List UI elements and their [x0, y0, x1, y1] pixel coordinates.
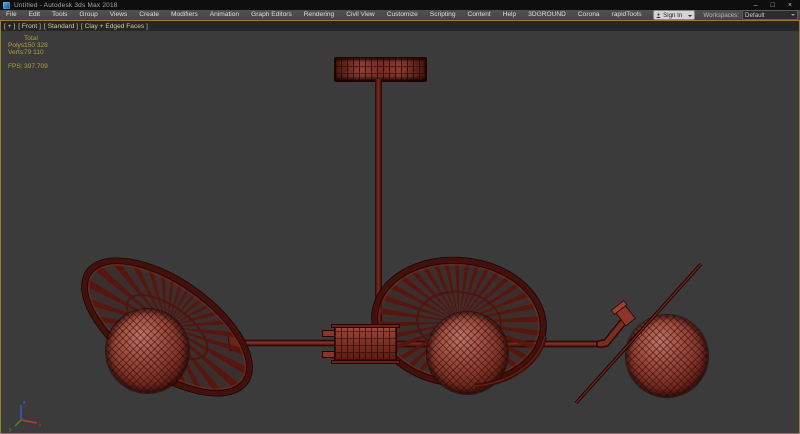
sign-in-label: Sign In	[663, 12, 682, 19]
axis-y-label: y	[9, 427, 12, 433]
menu-item-tools[interactable]: Tools	[46, 10, 73, 20]
center-disc-front-rim	[475, 337, 545, 386]
stats-polys-row: Polys: 150 328	[8, 42, 48, 49]
workspaces-dropdown[interactable]: Default	[742, 10, 798, 20]
minimize-button[interactable]: –	[754, 1, 758, 10]
menu-item-modifiers[interactable]: Modifiers	[165, 10, 204, 20]
menu-item-3dground[interactable]: 3DGROUND	[522, 10, 572, 20]
menu-item-help[interactable]: Help	[497, 10, 523, 20]
viewport-label-bar: [ + ] [ Front ] [ Standard ] [ Clay + Ed…	[1, 21, 799, 31]
viewport-view-menu[interactable]: [ Front ]	[18, 23, 41, 30]
menu-item-civil-view[interactable]: Civil View	[340, 10, 380, 20]
viewport-statistics: Total Polys: 150 328 Verts: 79 110 FPS: …	[8, 35, 48, 70]
3ds-max-window: { "window": { "title": "Untitled - Autod…	[0, 0, 800, 434]
stats-fps-label: FPS:	[8, 63, 24, 70]
right-edge-on-disc-rod	[576, 264, 701, 403]
menu-item-create[interactable]: Create	[133, 10, 165, 20]
stats-fps-value: 397.709	[24, 63, 48, 70]
menu-item-customize[interactable]: Customize	[381, 10, 424, 20]
3ds-max-app-icon	[3, 2, 10, 9]
stats-polys-value: 150 328	[24, 42, 48, 49]
axis-x-label: x	[39, 423, 42, 429]
menu-item-rapidtools[interactable]: rapidTools	[606, 10, 648, 20]
menu-item-content[interactable]: Content	[462, 10, 497, 20]
menu-bar: File Edit Tools Group Views Create Modif…	[0, 10, 800, 20]
menu-item-animation[interactable]: Animation	[204, 10, 245, 20]
stats-verts-row: Verts: 79 110	[8, 49, 48, 56]
stats-fps-row: FPS: 397.709	[8, 63, 48, 70]
stats-verts-label: Verts:	[8, 49, 24, 56]
menu-item-rendering[interactable]: Rendering	[298, 10, 340, 20]
window-title: Untitled - Autodesk 3ds Max 2018	[14, 2, 118, 9]
menu-item-corona[interactable]: Corona	[572, 10, 606, 20]
viewport-overflow-menu[interactable]: [ + ]	[4, 23, 15, 30]
right-elbow-arm	[600, 301, 637, 344]
workspaces-label: Workspaces:	[703, 12, 739, 19]
stats-header-row: Total	[8, 35, 48, 42]
viewport-shading-menu[interactable]: [ Clay + Edged Faces ]	[81, 23, 148, 30]
sign-in-button[interactable]: Sign In	[653, 10, 695, 20]
stats-verts-value: 79 110	[24, 49, 44, 56]
axis-z-label: z	[23, 400, 26, 406]
menu-item-graph-editors[interactable]: Graph Editors	[245, 10, 298, 20]
menu-item-views[interactable]: Views	[104, 10, 133, 20]
stats-total-header: Total	[24, 35, 38, 42]
chevron-down-icon	[791, 14, 795, 18]
viewport-renderer-menu[interactable]: [ Standard ]	[44, 23, 78, 30]
person-icon	[656, 13, 661, 18]
menu-item-group[interactable]: Group	[73, 10, 103, 20]
menu-item-scripting[interactable]: Scripting	[424, 10, 462, 20]
workspaces-value: Default	[745, 12, 765, 19]
window-controls: – □ ×	[754, 1, 800, 10]
axis-tripod-gizmo: z x y	[9, 400, 42, 433]
chevron-down-icon[interactable]	[688, 15, 692, 19]
menu-item-file[interactable]: File	[0, 10, 23, 20]
lamp-model-front-layer: z x y	[1, 21, 799, 433]
maximize-button[interactable]: □	[771, 1, 775, 10]
stats-polys-label: Polys:	[8, 42, 24, 49]
front-viewport[interactable]: z x y [ + ] [ Front ] [ Standard ] [ Cla…	[0, 20, 800, 434]
workspaces-group: Workspaces: Default	[703, 10, 798, 20]
menu-item-edit[interactable]: Edit	[23, 10, 46, 20]
close-button[interactable]: ×	[788, 1, 792, 10]
title-bar: Untitled - Autodesk 3ds Max 2018 – □ ×	[0, 0, 800, 10]
